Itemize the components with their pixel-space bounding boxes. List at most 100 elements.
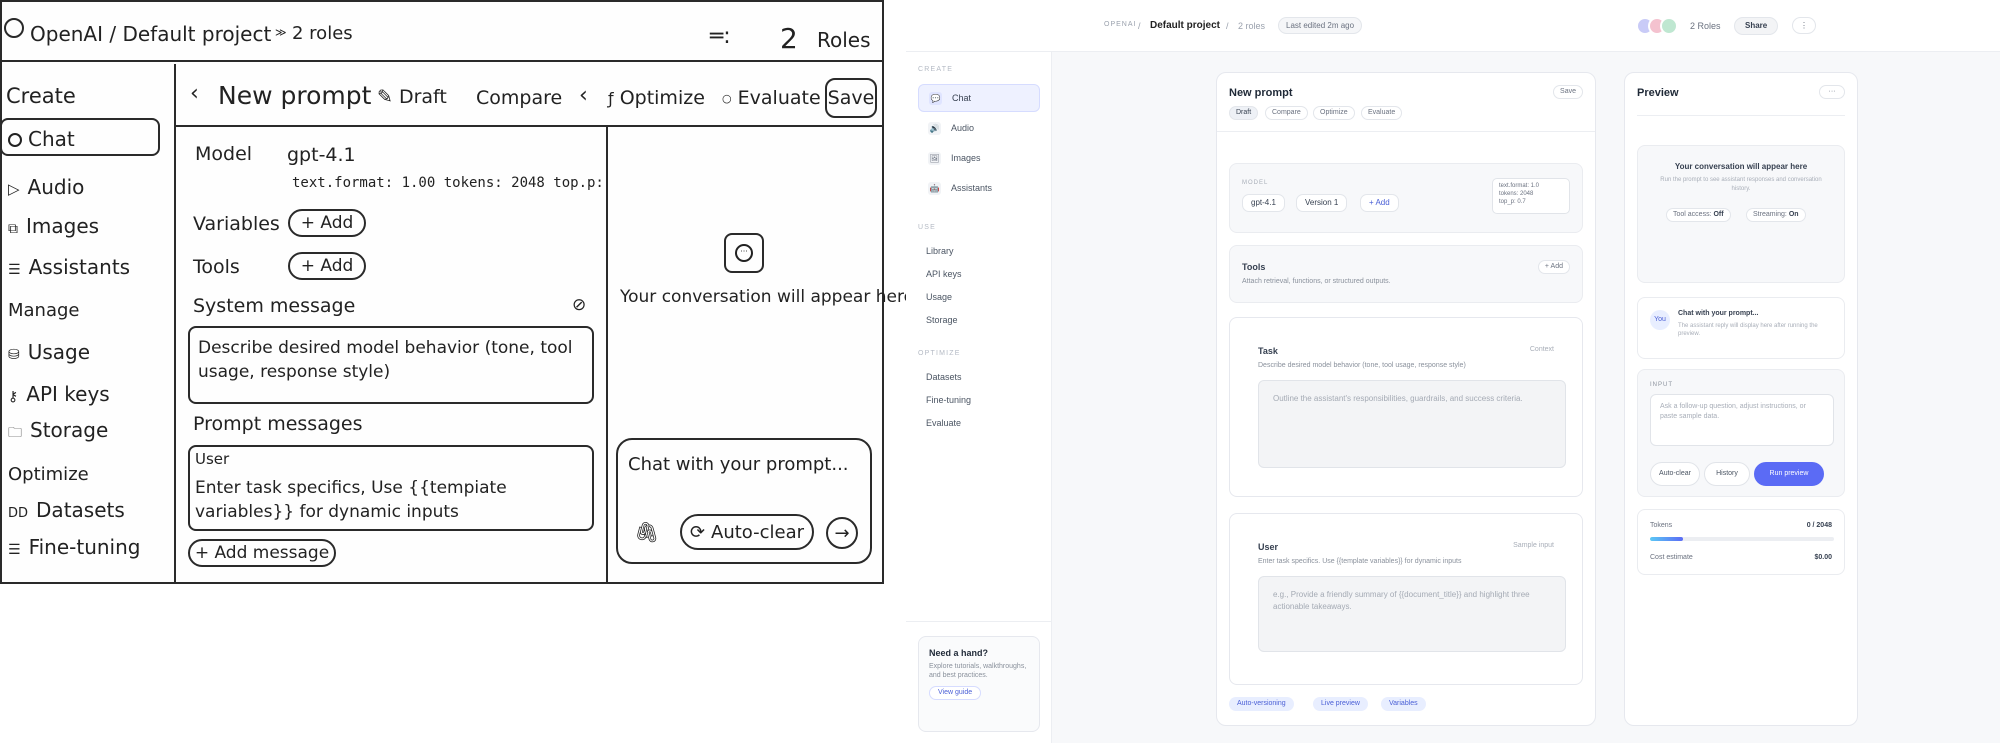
send-arrow-icon[interactable]: → — [826, 517, 858, 549]
sidebar-item-api-keys[interactable]: API keys — [926, 269, 962, 279]
auto-clear-button[interactable]: Auto-clear — [1650, 462, 1700, 486]
model-label: MODEL — [1242, 180, 1269, 186]
prompt-editor-card: New prompt Save Draft Compare Optimize E… — [1216, 72, 1596, 726]
streaming-toggle[interactable]: Streaming: On — [1746, 208, 1806, 222]
pencil-icon: ✎ — [377, 86, 393, 108]
compare-button[interactable]: Compare — [476, 87, 562, 109]
more-menu-button[interactable]: ⋮ — [1792, 17, 1816, 34]
sidebar-item-label: Audio — [951, 123, 975, 133]
share-button[interactable]: Share — [1734, 17, 1779, 35]
param-tokens: tokens: 2048 — [1499, 191, 1534, 197]
conversation-empty-state: Your conversation will appear here Run t… — [1637, 145, 1845, 283]
back-icon[interactable]: ‹ — [190, 81, 199, 106]
robot-icon: 🤖 — [928, 181, 941, 195]
add-tool-button[interactable]: + Add — [1537, 260, 1570, 274]
prompt-title: New prompt — [218, 81, 372, 110]
user-input[interactable]: e.g., Provide a friendly summary of {{do… — [1258, 576, 1566, 652]
model-select[interactable]: gpt-4.1 — [1242, 194, 1285, 212]
save-button[interactable]: Save — [825, 78, 877, 118]
sidebar-item-storage[interactable]: Storage — [926, 315, 958, 325]
avatar[interactable] — [1660, 17, 1678, 35]
list-icon: ☰ — [8, 262, 21, 278]
system-message-input[interactable]: Describe desired model behavior (tone, t… — [188, 326, 594, 404]
paperclip-icon[interactable]: 🖇 — [634, 520, 659, 544]
tools-description: Attach retrieval, functions, or structur… — [1242, 278, 1391, 285]
sidebar-item-chat[interactable]: 💬 Chat — [918, 84, 1040, 112]
sidebar-item-audio[interactable]: ▷ Audio — [8, 175, 84, 199]
run-preview-button[interactable]: Run preview — [1754, 462, 1824, 486]
divider — [1637, 115, 1845, 116]
task-title: Task — [1258, 346, 1278, 356]
tools-label: Tools — [193, 256, 240, 278]
clear-icon[interactable]: ⊘ — [572, 295, 586, 315]
save-button[interactable]: Save — [1553, 85, 1583, 99]
breadcrumb[interactable]: OpenAI / Default project — [30, 22, 271, 46]
sidebar-item-evaluate[interactable]: Evaluate — [926, 418, 961, 428]
org-name[interactable]: OPENAI — [1104, 21, 1136, 28]
cost-label: Cost estimate — [1650, 554, 1693, 561]
optimize-button[interactable]: ƒ Optimize — [608, 87, 705, 109]
sidebar-item-usage[interactable]: ⛁ Usage — [8, 340, 90, 364]
history-button[interactable]: History — [1704, 462, 1750, 486]
sidebar-item-api-keys[interactable]: ⚷ API keys — [8, 382, 110, 406]
chat-icon — [8, 133, 22, 147]
sidebar-item-usage[interactable]: Usage — [926, 292, 952, 302]
input-section: INPUT Ask a follow-up question, adjust i… — [1637, 369, 1845, 497]
sidebar-item-datasets[interactable]: Datasets — [926, 372, 962, 382]
tab-evaluate[interactable]: Evaluate — [1361, 106, 1403, 120]
user-role-label: User — [195, 450, 230, 468]
tab-compare[interactable]: Compare — [1265, 106, 1308, 120]
add-tool-button[interactable]: + Add — [288, 252, 366, 280]
arrow-icon: ≫ — [275, 26, 287, 39]
user-title: User — [1258, 542, 1279, 552]
divider — [906, 621, 1052, 622]
prompt-title: New prompt — [1229, 87, 1293, 99]
model-value[interactable]: gpt-4.1 — [287, 144, 356, 166]
view-guide-button[interactable]: View guide — [929, 686, 982, 700]
variables-tag[interactable]: Variables — [1381, 697, 1426, 711]
sidebar-section-create: CREATE — [918, 66, 954, 73]
add-message-button[interactable]: + Add message — [188, 539, 336, 567]
live-preview-tag[interactable]: Live preview — [1313, 697, 1368, 711]
sidebar-item-audio[interactable]: 🔊 Audio — [918, 114, 1040, 142]
sidebar-item-library[interactable]: Library — [926, 246, 954, 256]
draft-button[interactable]: ✎ Draft — [377, 86, 447, 108]
sidebar-item-images[interactable]: ⧉ Images — [8, 214, 99, 238]
model-label: Model — [195, 143, 253, 165]
preview-input[interactable]: Ask a follow-up question, adjust instruc… — [1650, 394, 1834, 446]
chevron-left-icon[interactable]: ‹ — [579, 83, 588, 108]
preview-card: Preview ··· Your conversation will appea… — [1624, 72, 1858, 726]
sidebar-item-fine-tuning[interactable]: Fine-tuning — [926, 395, 971, 405]
tab-optimize[interactable]: Optimize — [1313, 106, 1355, 120]
roles-label: Roles — [817, 28, 871, 52]
sidebar-item-images[interactable]: 🖼 Images — [918, 144, 1040, 172]
sidebar-section-manage: Manage — [8, 300, 80, 321]
auto-clear-button[interactable]: ⟳ Auto-clear — [680, 514, 814, 550]
cost-value: $0.00 — [1814, 554, 1832, 561]
sidebar-item-assistants[interactable]: ☰ Assistants — [8, 255, 130, 279]
tokens-progress-bar — [1650, 537, 1834, 541]
auto-versioning-tag[interactable]: Auto-versioning — [1229, 697, 1294, 711]
evaluate-button[interactable]: ○ Evaluate — [722, 87, 821, 109]
sidebar-item-datasets[interactable]: DD Datasets — [8, 498, 125, 522]
tokens-value: 0 / 2048 — [1806, 522, 1832, 529]
preview-title: Preview — [1637, 87, 1679, 99]
add-model-option-button[interactable]: + Add — [1360, 194, 1399, 212]
roles-count: 2 roles — [292, 23, 353, 44]
sidebar-item-storage[interactable]: 🗀 Storage — [8, 418, 108, 446]
preview-more-button[interactable]: ··· — [1819, 85, 1845, 99]
add-variable-button[interactable]: + Add — [288, 209, 366, 237]
task-input[interactable]: Outline the assistant's responsibilities… — [1258, 380, 1566, 468]
version-select[interactable]: Version 1 — [1296, 194, 1348, 212]
chat-input[interactable]: Chat with your prompt... — [628, 454, 849, 475]
sidebar-item-label: Images — [951, 153, 981, 163]
project-name[interactable]: Default project — [1150, 20, 1220, 31]
sidebar-item-assistants[interactable]: 🤖 Assistants — [918, 174, 1040, 202]
tab-draft[interactable]: Draft — [1229, 106, 1259, 120]
menu-icon[interactable]: ═: — [710, 24, 731, 49]
divider — [174, 125, 882, 127]
sidebar-item-fine-tuning[interactable]: ☰ Fine-tuning — [8, 535, 141, 559]
tool-access-toggle[interactable]: Tool access: Off — [1666, 208, 1731, 222]
conversation-empty-text: Your conversation will appear here — [620, 287, 915, 307]
user-message-input[interactable]: Enter task specifics, Use {{tempiate var… — [195, 476, 585, 524]
